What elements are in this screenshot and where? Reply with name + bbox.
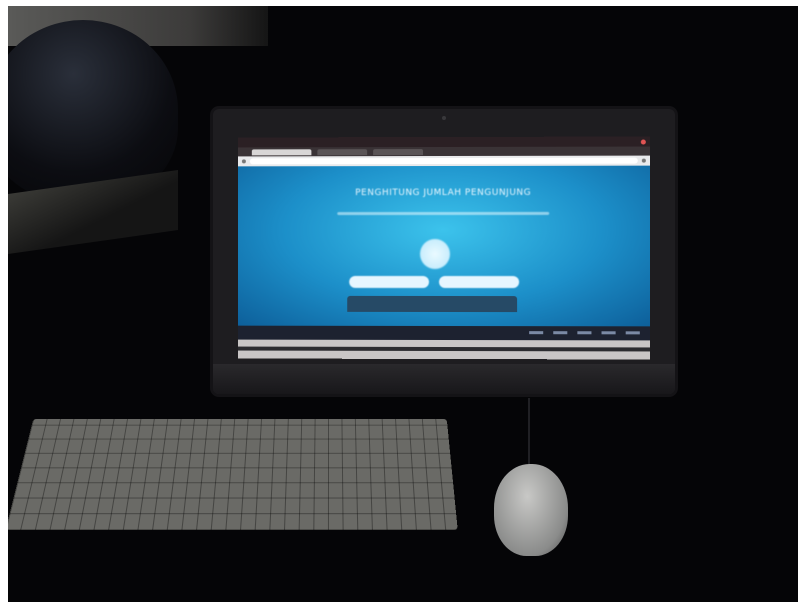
page-title: PENGHITUNG JUMLAH PENGUNJUNG (355, 187, 532, 199)
back-icon[interactable] (241, 159, 246, 164)
footer-link[interactable] (601, 331, 616, 335)
web-page: PENGHITUNG JUMLAH PENGUNJUNG (237, 165, 650, 327)
browser-tab[interactable] (317, 148, 368, 155)
taskbar-strip (237, 346, 650, 352)
browser-url-bar (237, 155, 650, 167)
monitor-screen: PENGHITUNG JUMLAH PENGUNJUNG (237, 136, 650, 360)
browser-tab-active[interactable] (251, 148, 312, 155)
mouse (494, 464, 568, 556)
keyboard (8, 418, 458, 531)
photo: PENGHITUNG JUMLAH PENGUNJUNG (8, 6, 798, 602)
footer-link[interactable] (625, 331, 640, 335)
bottom-panel (347, 295, 518, 313)
os-taskbar (237, 339, 650, 360)
menu-icon[interactable] (641, 158, 646, 163)
footer-link[interactable] (553, 331, 568, 335)
monitor-bezel (213, 364, 675, 394)
footer-link[interactable] (529, 331, 544, 335)
address-input[interactable] (249, 157, 638, 165)
monitor: PENGHITUNG JUMLAH PENGUNJUNG (213, 109, 675, 394)
page-footer (237, 325, 650, 341)
close-icon[interactable] (640, 139, 646, 145)
hero-button-right[interactable] (439, 275, 520, 289)
mouse-cable (528, 398, 530, 468)
footer-link[interactable] (577, 331, 592, 335)
webcam (442, 116, 446, 120)
browser-tab[interactable] (373, 148, 424, 155)
page-subtitle-blur (337, 211, 550, 216)
hero-logo (420, 238, 450, 270)
hero-button-left[interactable] (349, 275, 430, 288)
